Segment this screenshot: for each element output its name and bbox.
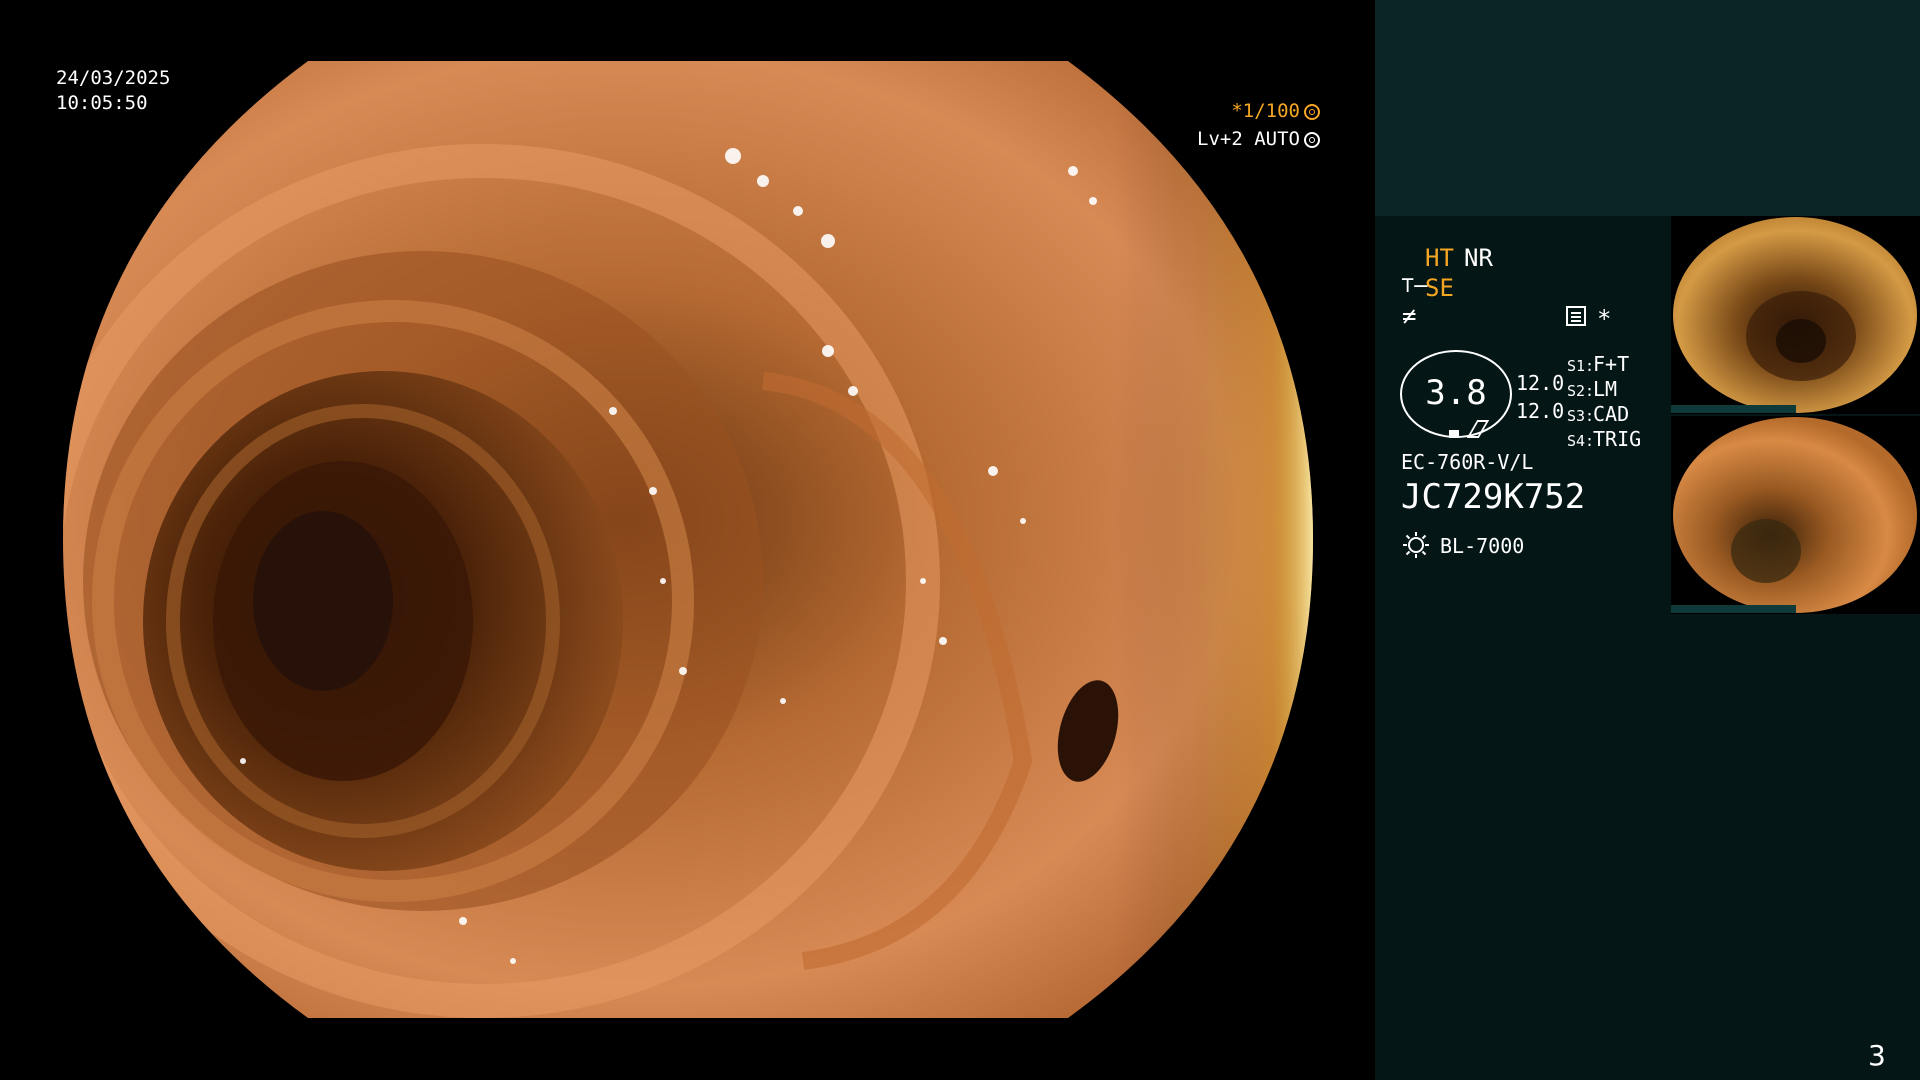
se-indicator: SE xyxy=(1425,274,1454,302)
slot-key: S2: xyxy=(1567,382,1595,400)
thumbnail-bar xyxy=(1671,405,1796,413)
endoscopic-image xyxy=(63,61,1313,1018)
shutter-text: *1/100 xyxy=(1231,100,1300,122)
iris-marker xyxy=(1449,430,1459,438)
time-text: 10:05:50 xyxy=(56,92,148,114)
aperture-icon xyxy=(1304,103,1320,120)
star-indicator: * xyxy=(1597,305,1612,333)
slot-key: S1: xyxy=(1567,357,1595,375)
auto-exposure-icon xyxy=(1304,131,1320,148)
panel-header-area xyxy=(1375,0,1920,216)
slot-1: S1: F+T xyxy=(1567,352,1629,376)
menu-icon xyxy=(1566,306,1586,326)
slot-3: S3: CAD xyxy=(1567,402,1629,426)
slot-value: LM xyxy=(1593,377,1618,401)
date-text: 24/03/2025 xyxy=(56,67,171,89)
page-number: 3 xyxy=(1868,1039,1886,1072)
slot-key: S3: xyxy=(1567,407,1595,425)
ht-indicator: HT xyxy=(1425,244,1454,272)
slot-value: TRIG xyxy=(1593,427,1642,451)
shutter-indicator: *1/100 xyxy=(1231,102,1320,121)
value-a: 12.0 xyxy=(1516,371,1565,395)
captured-thumbnail[interactable] xyxy=(1671,216,1920,414)
freeze-icon: ≠ xyxy=(1402,302,1417,330)
structure-enhance-icon: ⊤̶ xyxy=(1401,273,1428,298)
slot-2: S2: LM xyxy=(1567,377,1617,401)
iris-value: 3.8 xyxy=(1425,373,1487,413)
slot-4: S4: TRIG xyxy=(1567,427,1641,451)
slot-value: CAD xyxy=(1593,402,1630,426)
scope-serial: JC729K752 xyxy=(1401,477,1586,517)
thumbnail-bar xyxy=(1671,605,1796,613)
endoscope-screen: 24/03/2025 10:05:50 *1/100 Lv+2 AUTO HT … xyxy=(0,0,1920,1080)
light-source-model: BL-7000 xyxy=(1440,534,1525,558)
nr-indicator: NR xyxy=(1464,244,1493,272)
date-time: 24/03/2025 10:05:50 xyxy=(56,66,170,116)
captured-thumbnail[interactable] xyxy=(1671,416,1920,614)
value-b: 12.0 xyxy=(1516,399,1565,423)
scope-model: EC-760R-V/L xyxy=(1401,450,1534,474)
light-source-icon xyxy=(1403,532,1429,558)
level-text: Lv+2 AUTO xyxy=(1197,128,1300,150)
slot-value: F+T xyxy=(1593,352,1630,376)
slot-key: S4: xyxy=(1567,432,1595,450)
level-indicator: Lv+2 AUTO xyxy=(1197,130,1320,149)
